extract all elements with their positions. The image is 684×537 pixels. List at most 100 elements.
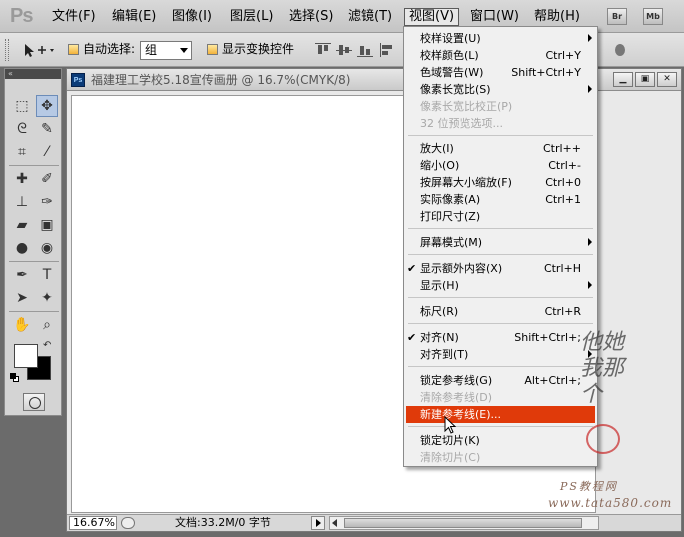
- menu-item-rulers[interactable]: 标尺(R) Ctrl+R: [406, 303, 595, 320]
- close-button[interactable]: ✕: [657, 72, 677, 87]
- bridge-button[interactable]: Br: [607, 8, 627, 25]
- horizontal-scrollbar[interactable]: [329, 516, 599, 530]
- align-bottom-icon[interactable]: [357, 43, 373, 57]
- menu-item-clear-guides: 清除参考线(D): [420, 391, 493, 404]
- red-seal-stamp: [586, 424, 620, 454]
- toolbox-collapse-icon[interactable]: «: [5, 69, 61, 79]
- menu-help[interactable]: 帮助(H): [530, 8, 584, 26]
- scrollbar-thumb[interactable]: [344, 518, 582, 528]
- align-top-icon[interactable]: [315, 43, 331, 57]
- menu-view[interactable]: 视图(V): [404, 8, 460, 26]
- swap-colors-icon[interactable]: ↶: [43, 340, 51, 351]
- watermark-site-name: PS教程网: [560, 480, 618, 493]
- menu-window[interactable]: 窗口(W): [466, 8, 523, 26]
- tool-preset-picker[interactable]: [22, 40, 58, 60]
- eraser-tool-icon[interactable]: ▰: [11, 214, 33, 236]
- checkmark-icon: ✔: [407, 262, 417, 275]
- menu-item-new-guide[interactable]: 新建参考线(E)...: [406, 406, 595, 423]
- document-title: 福建理工学校5.18宣传画册 @ 16.7%(CMYK/8): [91, 73, 351, 87]
- menu-edit[interactable]: 编辑(E): [108, 8, 160, 26]
- menu-item-lock-guides[interactable]: 锁定参考线(G) Alt+Ctrl+;: [406, 372, 595, 389]
- custom-shape-tool-icon[interactable]: ✦: [36, 287, 58, 309]
- menu-item-zoom-in[interactable]: 放大(I) Ctrl++: [406, 140, 595, 157]
- lasso-tool-icon[interactable]: ᘓ: [11, 118, 33, 140]
- menu-file[interactable]: 文件(F): [48, 8, 100, 26]
- auto-select-checkbox[interactable]: [68, 44, 79, 55]
- toolbox-panel: « ⬚ ✥ ᘓ ✎ ⌗ ⁄ ✚ ✐ ⊥ ✑ ▰ ▣ ● ◉ ✒ T ➤ ✦ ✋ …: [4, 68, 62, 416]
- marquee-tool-icon[interactable]: ⬚: [11, 95, 33, 117]
- clone-stamp-tool-icon[interactable]: ⊥: [11, 191, 33, 213]
- submenu-arrow-icon: [588, 281, 592, 289]
- brush-tool-icon[interactable]: ✐: [36, 168, 58, 190]
- menu-item-show[interactable]: 显示(H): [406, 277, 595, 294]
- show-transform-checkbox[interactable]: [207, 44, 218, 55]
- eyedropper-tool-icon[interactable]: ⁄: [36, 141, 58, 163]
- submenu-arrow-icon: [588, 34, 592, 42]
- menu-item-snap-to[interactable]: 对齐到(T): [406, 346, 595, 363]
- menu-item-32bit-preview: 32 位预览选项...: [420, 117, 503, 130]
- menu-item-fit-screen[interactable]: 按屏幕大小缩放(F) Ctrl+0: [406, 174, 595, 191]
- submenu-arrow-icon: [588, 85, 592, 93]
- history-brush-tool-icon[interactable]: ✑: [36, 191, 58, 213]
- menu-item-lock-slices[interactable]: 锁定切片(K): [406, 432, 595, 449]
- 3d-mode-icon[interactable]: [612, 43, 628, 57]
- options-bar-grip[interactable]: [5, 39, 9, 61]
- status-options-icon[interactable]: [121, 517, 135, 529]
- auto-select-value: 组: [145, 43, 158, 57]
- psd-file-icon: Ps: [71, 73, 85, 87]
- menu-item-gamut-warning[interactable]: 色域警告(W) Shift+Ctrl+Y: [406, 64, 595, 81]
- path-selection-tool-icon[interactable]: ➤: [11, 287, 33, 309]
- menu-filter[interactable]: 滤镜(T): [344, 8, 396, 26]
- view-menu-dropdown: 校样设置(U) 校样颜色(L) Ctrl+Y 色域警告(W) Shift+Ctrl+…: [403, 26, 598, 467]
- status-menu-arrow-icon[interactable]: [311, 516, 325, 530]
- submenu-arrow-icon: [588, 238, 592, 246]
- auto-select-dropdown[interactable]: 组: [140, 41, 192, 60]
- dodge-tool-icon[interactable]: ◉: [36, 237, 58, 259]
- status-bar: 16.67% 文档:33.2M/0 字节: [67, 514, 681, 531]
- menu-item-clear-slices: 清除切片(C): [420, 451, 481, 464]
- auto-select-label: 自动选择:: [83, 42, 136, 56]
- menu-item-snap[interactable]: ✔ 对齐(N) Shift+Ctrl+;: [406, 329, 595, 346]
- align-left-icon[interactable]: [380, 43, 396, 57]
- foreground-color-swatch[interactable]: [14, 344, 38, 368]
- zoom-tool-icon[interactable]: ⌕: [36, 314, 58, 336]
- align-vcenter-icon[interactable]: [336, 43, 352, 57]
- menu-item-proof-setup[interactable]: 校样设置(U): [406, 30, 595, 47]
- hand-tool-icon[interactable]: ✋: [11, 314, 33, 336]
- default-colors-icon[interactable]: [10, 373, 20, 383]
- move-tool-icon: [25, 44, 54, 57]
- handwritten-signature: 他她我那个: [580, 330, 625, 407]
- menu-layer[interactable]: 图层(L): [226, 8, 277, 26]
- restore-button[interactable]: ▣: [635, 72, 655, 87]
- pen-tool-icon[interactable]: ✒: [11, 264, 33, 286]
- mini-bridge-button[interactable]: Mb: [643, 8, 663, 25]
- menu-image[interactable]: 图像(I): [168, 8, 216, 26]
- quick-mask-button[interactable]: [23, 393, 45, 411]
- photoshop-logo: Ps: [10, 5, 33, 27]
- quick-select-tool-icon[interactable]: ✎: [36, 118, 58, 140]
- show-transform-label: 显示变换控件: [222, 42, 295, 56]
- gradient-tool-icon[interactable]: ▣: [36, 214, 58, 236]
- type-tool-icon[interactable]: T: [36, 264, 58, 286]
- scroll-left-icon[interactable]: [332, 519, 337, 527]
- menu-select[interactable]: 选择(S): [285, 8, 337, 26]
- menu-item-actual-pixels[interactable]: 实际像素(A) Ctrl+1: [406, 191, 595, 208]
- menu-item-proof-colors[interactable]: 校样颜色(L) Ctrl+Y: [406, 47, 595, 64]
- mouse-pointer-icon: [444, 416, 456, 434]
- menu-item-show-extras[interactable]: ✔ 显示额外内容(X) Ctrl+H: [406, 260, 595, 277]
- checkmark-icon: ✔: [407, 331, 417, 344]
- menu-item-pixel-aspect-correction: 像素长宽比校正(P): [420, 100, 513, 113]
- move-tool-icon[interactable]: ✥: [36, 95, 58, 117]
- menu-item-print-size[interactable]: 打印尺寸(Z): [406, 208, 595, 225]
- menu-item-pixel-aspect-ratio[interactable]: 像素长宽比(S): [406, 81, 595, 98]
- menu-item-screen-mode[interactable]: 屏幕模式(M): [406, 234, 595, 251]
- zoom-level-field[interactable]: 16.67%: [69, 516, 117, 530]
- healing-brush-tool-icon[interactable]: ✚: [11, 168, 33, 190]
- watermark-url: www.tata580.com: [548, 496, 673, 510]
- minimize-button[interactable]: ▁: [613, 72, 633, 87]
- chevron-down-icon: [180, 48, 188, 53]
- blur-tool-icon[interactable]: ●: [11, 237, 33, 259]
- menu-item-zoom-out[interactable]: 缩小(O) Ctrl+-: [406, 157, 595, 174]
- crop-tool-icon[interactable]: ⌗: [11, 141, 33, 163]
- document-size-info: 文档:33.2M/0 字节: [175, 516, 271, 529]
